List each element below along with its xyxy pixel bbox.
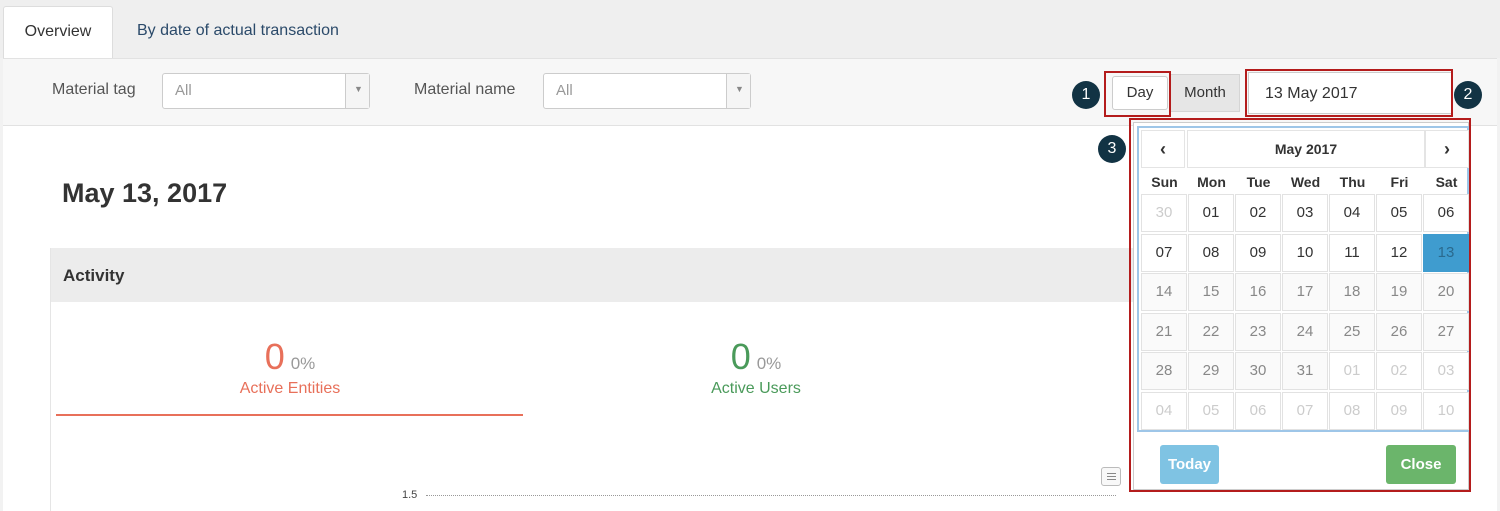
material-tag-value: All xyxy=(175,82,192,99)
tab-overview[interactable]: Overview xyxy=(3,6,113,58)
page-date-heading: May 13, 2017 xyxy=(62,178,228,208)
material-name-label: Material name xyxy=(414,81,516,98)
active-entities-value: 0 xyxy=(264,336,285,377)
annotation-box-3 xyxy=(1129,118,1471,492)
material-name-value: All xyxy=(556,82,573,99)
annotation-marker-3: 3 xyxy=(1098,135,1126,163)
material-name-select[interactable]: All ▼ xyxy=(543,73,751,109)
month-button[interactable]: Month xyxy=(1170,74,1240,112)
tab-by-date-of-actual-transaction[interactable]: By date of actual transaction xyxy=(117,6,359,58)
activity-panel-header: Activity xyxy=(51,248,1151,302)
tab-bar: Overview By date of actual transaction xyxy=(0,0,1500,58)
active-tab-underline xyxy=(56,414,523,416)
active-users-label: Active Users xyxy=(711,380,801,397)
active-users-percent: 0% xyxy=(756,354,782,373)
annotation-box-1 xyxy=(1104,71,1171,117)
active-entities-stat[interactable]: 0 0% Active Entities xyxy=(190,336,390,398)
annotation-marker-1: 1 xyxy=(1072,81,1100,109)
active-entities-percent: 0% xyxy=(290,354,316,373)
chart-menu-icon[interactable] xyxy=(1101,467,1121,486)
active-users-stat[interactable]: 0 0% Active Users xyxy=(656,336,856,398)
activity-panel-title: Activity xyxy=(63,266,125,285)
active-entities-label: Active Entities xyxy=(239,380,341,397)
chart-gridline xyxy=(426,495,1116,496)
annotation-marker-2: 2 xyxy=(1454,81,1482,109)
material-tag-label: Material tag xyxy=(52,81,136,98)
dropdown-caret-icon[interactable]: ▼ xyxy=(345,74,369,108)
dropdown-caret-icon[interactable]: ▼ xyxy=(726,74,750,108)
chart-axis-tick-label: 1.5 xyxy=(402,489,418,501)
active-users-value: 0 xyxy=(730,336,751,377)
annotation-box-2 xyxy=(1245,69,1453,117)
material-tag-select[interactable]: All ▼ xyxy=(162,73,370,109)
